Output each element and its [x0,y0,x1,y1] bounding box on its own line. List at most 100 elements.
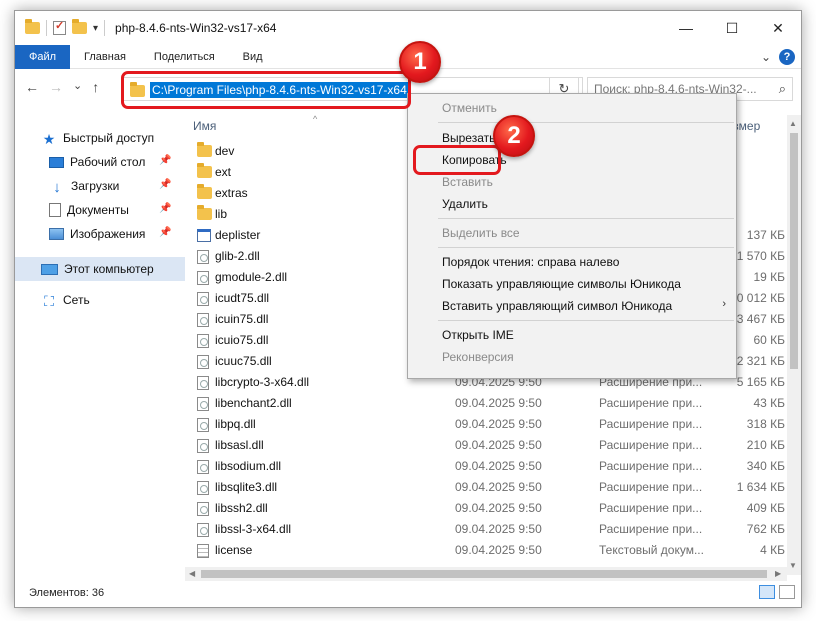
file-name: deplister [215,228,261,242]
step-badge-2: 2 [493,115,535,157]
expand-ribbon-icon[interactable]: ⌄ [761,50,771,64]
file-size: 60 КБ [753,333,785,347]
scroll-thumb[interactable] [790,133,798,369]
dll-file-icon [197,502,209,516]
status-item-count: Элементов: 36 [29,587,105,599]
menu-item-undo[interactable]: Отменить [442,101,497,115]
file-name: ext [215,165,232,179]
network-icon: ⛶ [44,293,54,309]
close-button[interactable]: ✕ [755,11,801,45]
dll-file-icon [197,355,209,369]
file-row[interactable]: libsodium.dll 09.04.2025 9:50 Расширение п… [185,456,785,477]
dll-file-icon [197,292,209,306]
sidebar-item-label: Рабочий стол [70,155,146,169]
menu-item-insert-unicode[interactable]: Вставить управляющий символ Юникода [442,299,672,313]
dll-file-icon [197,376,209,390]
file-size: 19 КБ [753,270,785,284]
sidebar-item-desktop[interactable]: Рабочий стол [49,151,145,173]
file-name: libsqlite3.dll [215,480,278,494]
scroll-left-icon[interactable]: ◀ [189,569,195,578]
column-name[interactable]: Имя [193,119,216,133]
sidebar-item-quick-access[interactable]: ★ Быстрый доступ [41,127,154,149]
divider [104,20,106,36]
horizontal-scrollbar[interactable]: ◀ ▶ [185,567,787,581]
file-row[interactable]: libenchant2.dll 09.04.2025 9:50 Расширение… [185,393,785,414]
sidebar-item-documents[interactable]: Документы [49,199,129,221]
pin-icon[interactable]: 📌 [159,179,171,190]
file-type: Расширение при... [599,417,703,431]
file-date: 09.04.2025 9:50 [455,543,542,557]
document-icon [49,203,61,217]
sidebar-item-this-pc[interactable]: Этот компьютер [41,258,154,280]
sidebar-item-label: Загрузки [71,179,120,193]
file-name: icuuc75.dll [215,354,272,368]
scroll-down-icon[interactable]: ▼ [789,561,797,570]
sidebar-item-downloads[interactable]: ↓ Загрузки [49,175,119,197]
maximize-button[interactable]: ☐ [709,11,755,45]
file-row[interactable]: license 09.04.2025 9:50 Текстовый докум...… [185,540,785,561]
qa-dropdown-icon[interactable]: ▾ [93,23,98,34]
new-folder-icon[interactable] [72,19,87,34]
sidebar-item-pictures[interactable]: Изображения [49,223,145,245]
back-icon[interactable]: ← [25,79,39,95]
file-size: 340 КБ [746,459,785,473]
file-date: 09.04.2025 9:50 [455,501,542,515]
file-row[interactable]: libssl-3-x64.dll 09.04.2025 9:50 Расширени… [185,519,785,540]
scroll-right-icon[interactable]: ▶ [775,569,781,578]
menu-divider [438,218,734,219]
dll-file-icon [197,250,209,264]
dll-file-icon [197,481,209,495]
folder-icon [197,163,212,178]
tab-share[interactable]: Поделиться [140,45,229,69]
file-row[interactable]: libsasl.dll 09.04.2025 9:50 Расширение при… [185,435,785,456]
dll-file-icon [197,418,209,432]
sidebar-item-network[interactable]: ⛶ Сеть [41,289,90,311]
minimize-button[interactable]: — [663,11,709,45]
menu-item-paste[interactable]: Вставить [442,175,493,189]
file-size: 210 КБ [746,438,785,452]
menu-item-show-unicode[interactable]: Показать управляющие символы Юникода [442,277,681,291]
file-name: extras [215,186,248,200]
file-size: 1 634 КБ [736,480,785,494]
file-size: 1 570 КБ [736,249,785,263]
file-row[interactable]: libpq.dll 09.04.2025 9:50 Расширение при..… [185,414,785,435]
dll-file-icon [197,523,209,537]
file-name: libssl-3-x64.dll [215,522,292,536]
large-icons-view-icon[interactable] [779,585,795,599]
menu-divider [438,247,734,248]
recent-locations-icon[interactable]: ⌄ [73,79,82,95]
tab-view[interactable]: Вид [229,45,277,69]
menu-item-reconversion[interactable]: Реконверсия [442,350,514,364]
file-row[interactable]: libsqlite3.dll 09.04.2025 9:50 Расширение … [185,477,785,498]
file-size: 30 012 КБ [730,291,785,305]
download-icon: ↓ [53,179,61,196]
menu-item-open-ime[interactable]: Открыть IME [442,328,514,342]
dll-file-icon [197,397,209,411]
file-name: libssh2.dll [215,501,268,515]
file-name: dev [215,144,235,158]
vertical-scrollbar[interactable]: ▲ ▼ [787,115,801,575]
properties-icon[interactable] [53,19,66,35]
pin-icon[interactable]: 📌 [159,203,171,214]
tab-file[interactable]: Файл [15,44,71,69]
pin-icon[interactable]: 📌 [159,227,171,238]
file-name: libcrypto-3-x64.dll [215,375,310,389]
menu-item-select-all[interactable]: Выделить все [442,226,520,240]
details-view-icon[interactable] [759,585,775,599]
file-size: 762 КБ [746,522,785,536]
pin-icon[interactable]: 📌 [159,155,171,166]
scroll-thumb[interactable] [201,570,767,578]
file-row[interactable]: libssh2.dll 09.04.2025 9:50 Расширение при… [185,498,785,519]
menu-item-rtl-order[interactable]: Порядок чтения: справа налево [442,255,619,269]
file-name: glib-2.dll [215,249,260,263]
sidebar-item-label: Этот компьютер [64,262,154,276]
menu-item-delete[interactable]: Удалить [442,197,488,211]
file-name: lib [215,207,228,221]
explorer-window: ▾ php-8.4.6-nts-Win32-vs17-x64 — ☐ ✕ Фай… [14,10,802,608]
forward-icon[interactable]: → [49,79,63,95]
help-icon[interactable]: ? [779,49,795,65]
menu-item-cut[interactable]: Вырезать [442,131,495,145]
up-icon[interactable]: ↑ [92,79,99,95]
scroll-up-icon[interactable]: ▲ [789,119,797,128]
tab-home[interactable]: Главная [70,45,140,69]
